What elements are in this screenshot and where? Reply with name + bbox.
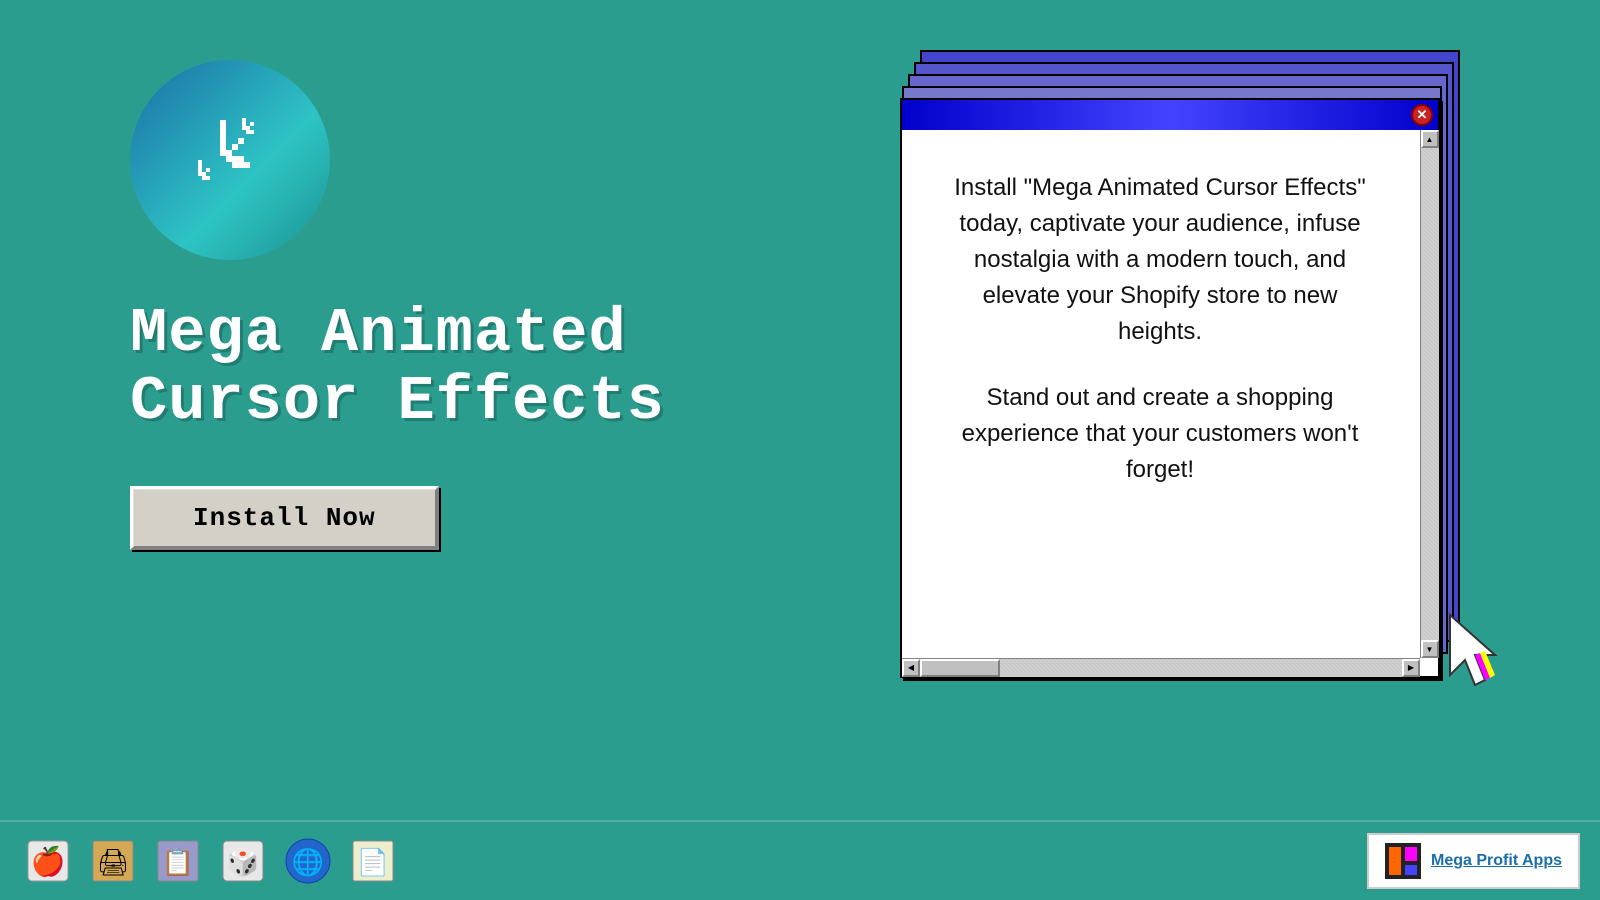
scrollbar-bottom[interactable]: ◀ ▶	[902, 658, 1420, 676]
scroll-right-arrow[interactable]: ▶	[1402, 659, 1420, 677]
taskbar-apple-icon[interactable]: 🍎	[20, 834, 75, 889]
taskbar-globe-icon[interactable]: 🌐	[280, 834, 335, 889]
window-paragraph-2: Stand out and create a shopping experien…	[942, 380, 1378, 488]
scroll-thumb-horizontal[interactable]	[920, 659, 1000, 677]
brand-logo-icon	[1385, 843, 1421, 879]
svg-text:📋: 📋	[161, 847, 193, 877]
window-text-content: Install "Mega Animated Cursor Effects" t…	[902, 130, 1438, 558]
install-now-button[interactable]: Install Now	[130, 486, 439, 550]
taskbar-brand[interactable]: Mega Profit Apps	[1367, 833, 1580, 889]
close-button[interactable]: ✕	[1411, 104, 1433, 126]
scroll-track-vertical	[1421, 148, 1439, 640]
svg-text:🌐: 🌐	[291, 847, 323, 877]
app-logo	[130, 60, 330, 260]
svg-text:🎲: 🎲	[226, 847, 258, 877]
taskbar-printer-icon[interactable]: 🖨	[85, 834, 140, 889]
app-title: Mega Animated Cursor Effects	[130, 300, 730, 436]
brand-label: Mega Profit Apps	[1431, 852, 1562, 870]
window-paragraph-1: Install "Mega Animated Cursor Effects" t…	[942, 170, 1378, 350]
logo-svg	[170, 100, 290, 220]
windows-area: ✕ ▲ ▼ ◀ ▶ In	[900, 50, 1480, 670]
app-title-line2: Cursor Effects	[130, 366, 665, 437]
scroll-down-arrow[interactable]: ▼	[1421, 640, 1439, 658]
taskbar: 🍎 🖨 📋 🎲 🌐	[0, 820, 1600, 900]
taskbar-icons: 🍎 🖨 📋 🎲 🌐	[20, 834, 400, 889]
scroll-track-horizontal	[1000, 659, 1402, 677]
app-title-line1: Mega Animated	[130, 298, 627, 369]
close-icon: ✕	[1417, 107, 1428, 123]
taskbar-docs-icon[interactable]: 📄	[345, 834, 400, 889]
taskbar-dice-icon[interactable]: 🎲	[215, 834, 270, 889]
svg-text:📄: 📄	[356, 847, 388, 877]
main-window: ✕ ▲ ▼ ◀ ▶ In	[900, 98, 1440, 678]
scroll-left-arrow[interactable]: ◀	[902, 659, 920, 677]
svg-text:🖨: 🖨	[96, 847, 129, 877]
window-stack: ✕ ▲ ▼ ◀ ▶ In	[900, 50, 1480, 670]
taskbar-files-icon[interactable]: 📋	[150, 834, 205, 889]
scrollbar-right[interactable]: ▲ ▼	[1420, 130, 1438, 658]
window-content-area: ▲ ▼ ◀ ▶ Install "Mega Animated Cursor Ef…	[902, 130, 1438, 676]
scroll-up-arrow[interactable]: ▲	[1421, 130, 1439, 148]
animated-cursor-svg	[1440, 605, 1530, 695]
window-titlebar: ✕	[902, 100, 1438, 130]
left-section: Mega Animated Cursor Effects Install Now	[130, 60, 730, 550]
cursor-decoration	[1440, 605, 1530, 700]
svg-text:🍎: 🍎	[30, 844, 65, 878]
